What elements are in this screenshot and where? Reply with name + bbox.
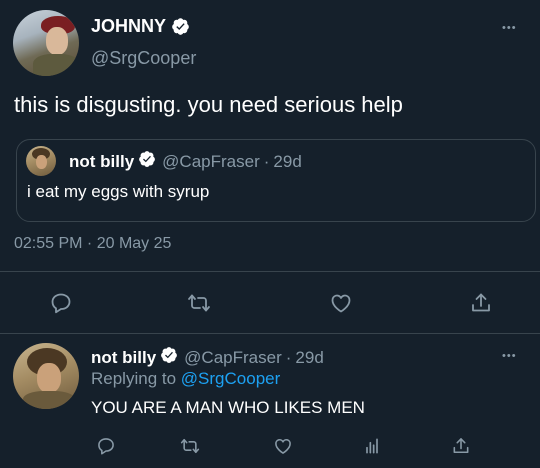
reply-header: not billy @CapFraser · 29d (91, 346, 324, 369)
reply-display-name[interactable]: not billy (91, 348, 156, 368)
share-icon[interactable] (465, 287, 497, 319)
main-display-name[interactable]: JOHNNY (91, 16, 190, 37)
verified-badge-icon (138, 150, 156, 173)
quoted-tweet-text: i eat my eggs with syrup (27, 182, 210, 201)
reply-separator: · (285, 347, 292, 367)
like-icon[interactable] (270, 433, 296, 459)
retweet-icon[interactable] (183, 287, 215, 319)
quoted-separator: · (263, 151, 270, 171)
main-display-name-text: JOHNNY (91, 16, 167, 36)
quoted-header: not billy @CapFraser · 29d (69, 150, 302, 173)
tweet-timestamp[interactable]: 02:55 PM · 20 May 25 (14, 235, 171, 253)
main-handle[interactable]: @SrgCooper (91, 48, 196, 69)
more-icon[interactable]: ••• (502, 22, 517, 34)
quoted-avatar (26, 146, 56, 176)
analytics-icon[interactable] (359, 433, 385, 459)
main-tweet-text: this is disgusting. you need serious hel… (14, 92, 403, 117)
like-icon[interactable] (325, 287, 357, 319)
verified-badge-icon (160, 346, 178, 369)
reply-icon[interactable] (93, 433, 119, 459)
quoted-display-name: not billy (69, 151, 135, 171)
quoted-tweet-card[interactable]: not billy @CapFraser · 29d i eat my eggs… (16, 139, 536, 222)
reply-avatar[interactable] (13, 343, 79, 409)
reply-tweet-text: YOU ARE A MAN WHO LIKES MEN (91, 398, 365, 417)
divider (0, 333, 540, 334)
replying-to: Replying to @SrgCooper (91, 369, 280, 389)
divider (0, 271, 540, 272)
replying-to-handle[interactable]: @SrgCooper (181, 369, 280, 388)
quoted-age: 29d (273, 151, 302, 171)
reply-handle[interactable]: @CapFraser (184, 348, 282, 368)
share-icon[interactable] (448, 433, 474, 459)
quoted-handle: @CapFraser (162, 151, 260, 171)
more-icon[interactable]: ••• (502, 350, 517, 362)
reply-icon[interactable] (45, 287, 77, 319)
verified-badge-icon (171, 17, 190, 36)
retweet-icon[interactable] (177, 433, 203, 459)
replying-to-label: Replying to (91, 369, 177, 388)
johnny-avatar[interactable] (13, 10, 79, 76)
reply-age[interactable]: 29d (295, 348, 323, 368)
